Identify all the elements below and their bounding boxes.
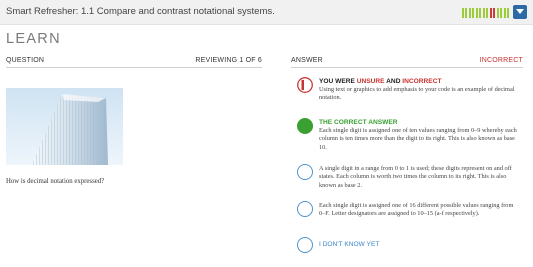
unsure-incorrect-icon — [297, 77, 313, 93]
progress-segment — [482, 8, 485, 18]
answer-header-label: ANSWER — [291, 57, 323, 64]
progress-segment — [468, 8, 471, 18]
progress-segment — [503, 8, 506, 18]
question-image — [6, 88, 123, 165]
option-radio-icon[interactable] — [297, 164, 313, 180]
progress-indicator — [461, 8, 509, 18]
progress-segment — [472, 8, 474, 18]
correct-answer-label: THE CORRECT ANSWER — [319, 119, 398, 126]
progress-segment — [486, 8, 488, 18]
menu-dropdown-button[interactable] — [513, 5, 527, 19]
feedback-label-incorrect: INCORRECT — [402, 78, 442, 85]
feedback-label: YOU WERE UNSURE AND INCORRECT — [319, 78, 521, 86]
answer-divider — [291, 67, 523, 68]
progress-segment — [507, 8, 509, 18]
progress-segment — [500, 8, 502, 18]
dont-know-label: I DON'T KNOW YET — [319, 241, 380, 248]
top-bar: Smart Refresher: 1.1 Compare and contras… — [0, 0, 533, 25]
correct-answer-icon — [297, 118, 313, 134]
option-radio-icon[interactable] — [297, 237, 313, 253]
progress-segment — [475, 8, 478, 18]
progress-segment — [493, 8, 495, 18]
question-text: How is decimal notation expressed? — [6, 178, 105, 185]
progress-segment — [479, 8, 481, 18]
page-title: LEARN — [6, 31, 61, 47]
feedback-label-and: AND — [384, 78, 403, 85]
module-title: Smart Refresher: 1.1 Compare and contras… — [6, 6, 275, 17]
question-divider — [6, 67, 262, 68]
chevron-down-icon — [516, 9, 524, 14]
reviewing-counter: REVIEWING 1 OF 6 — [195, 57, 262, 64]
option-text: A single digit in a range from 0 to 1 is… — [319, 165, 512, 189]
option-radio-icon[interactable] — [297, 201, 313, 217]
progress-segment — [489, 8, 492, 18]
feedback-label-prefix: YOU WERE — [319, 78, 357, 85]
option-text: Each single digit is assigned one of 16 … — [319, 202, 514, 218]
progress-segment — [461, 8, 464, 18]
answer-status: INCORRECT — [479, 57, 523, 64]
feedback-label-unsure: UNSURE — [356, 78, 385, 85]
progress-segment — [465, 8, 467, 18]
selected-answer-text: Using text or graphics to add emphasis t… — [319, 86, 515, 102]
correct-answer-text: Each single digit is assigned one of ten… — [319, 127, 517, 151]
progress-segment — [496, 8, 499, 18]
question-header-label: QUESTION — [6, 57, 45, 64]
